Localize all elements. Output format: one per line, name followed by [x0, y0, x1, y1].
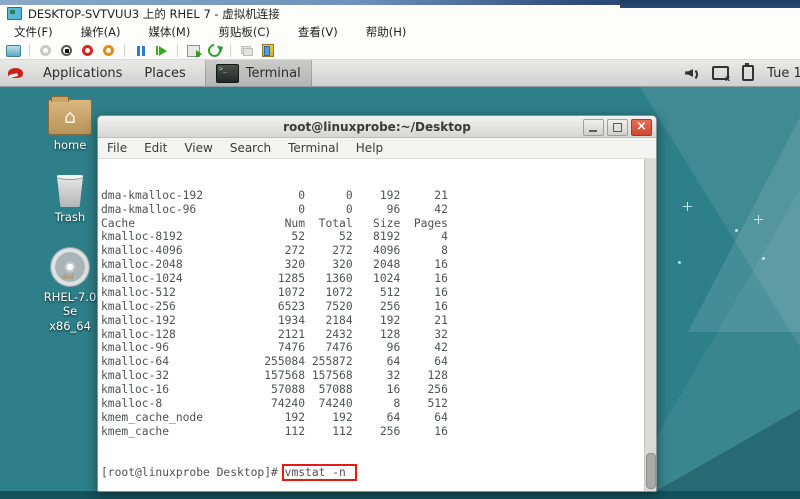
trash-icon-label: Trash	[54, 210, 86, 224]
active-app-label: Terminal	[245, 65, 301, 81]
desktop-icon-dvd[interactable]: RHEL-7.0 Se x86_64	[36, 243, 104, 333]
revert-button[interactable]	[205, 41, 224, 60]
enhanced-session-button[interactable]	[260, 44, 275, 58]
home-icon-label: home	[53, 138, 87, 152]
turn-off-icon	[82, 45, 93, 56]
vm-menu-action[interactable]: 操作(A)	[81, 24, 121, 40]
terminal-menu-edit[interactable]: Edit	[144, 141, 167, 155]
battery-icon[interactable]	[742, 63, 755, 81]
checkpoint-icon	[187, 44, 202, 58]
turn-off-button[interactable]	[80, 44, 95, 58]
wallpaper-dot	[762, 257, 765, 260]
power-icon	[40, 45, 51, 56]
vm-menu-media[interactable]: 媒体(M)	[148, 24, 190, 40]
terminal-menubar: File Edit View Search Terminal Help	[98, 138, 656, 159]
shutdown-button[interactable]	[59, 44, 74, 58]
wallpaper-plus-mark	[754, 215, 763, 224]
minimize-button[interactable]	[583, 119, 604, 136]
redhat-icon	[8, 68, 23, 78]
resume-icon	[156, 45, 167, 56]
desktop-bottom-strip	[0, 491, 800, 499]
dvd-disc-icon	[50, 247, 90, 287]
vm-menubar: 文件(F) 操作(A) 媒体(M) 剪贴板(C) 查看(V) 帮助(H)	[0, 22, 800, 42]
monitors-icon	[240, 45, 253, 56]
toolbar-separator	[29, 44, 30, 57]
power-button[interactable]	[38, 44, 53, 58]
terminal-title: root@linuxprobe:~/Desktop	[283, 119, 471, 134]
terminal-menu-search[interactable]: Search	[230, 141, 271, 155]
maximize-button[interactable]	[607, 119, 628, 136]
gnome-bar-left: Applications Places Terminal	[0, 60, 312, 86]
toolbar-separator	[177, 44, 178, 57]
wallpaper-plus-mark	[683, 202, 692, 211]
ctrl-alt-del-icon	[6, 44, 21, 57]
vm-connection-window: DESKTOP-SVTVUU3 上的 RHEL 7 - 虚拟机连接 文件(F) …	[0, 0, 800, 60]
vm-window-title: DESKTOP-SVTVUU3 上的 RHEL 7 - 虚拟机连接	[28, 6, 280, 21]
clock[interactable]: Tue 18	[767, 66, 800, 81]
vm-menu-clipboard[interactable]: 剪贴板(C)	[218, 24, 270, 40]
vm-menu-file[interactable]: 文件(F)	[14, 24, 53, 40]
terminal-menu-help[interactable]: Help	[356, 141, 383, 155]
gnome-bar-right: Tue 18	[685, 60, 800, 86]
volume-icon[interactable]	[685, 67, 699, 81]
terminal-scrollbar[interactable]	[644, 159, 656, 491]
ctrl-alt-del-button[interactable]	[6, 44, 21, 58]
terminal-menu-view[interactable]: View	[184, 141, 212, 155]
slab-cache-output: dma-kmalloc-192 0 0 192 21 dma-kmalloc-9…	[101, 188, 448, 438]
close-button[interactable]	[631, 119, 652, 136]
wallpaper-dot	[678, 261, 681, 264]
save-state-button[interactable]	[101, 44, 116, 58]
places-menu[interactable]: Places	[133, 60, 196, 86]
revert-icon	[205, 41, 224, 60]
trash-can-icon	[56, 175, 84, 207]
wallpaper-dot	[735, 229, 738, 232]
vm-menu-help[interactable]: 帮助(H)	[366, 24, 407, 40]
gnome-top-bar: Applications Places Terminal Tue 18	[0, 60, 800, 87]
terminal-menu-terminal[interactable]: Terminal	[288, 141, 339, 155]
terminal-output: dma-kmalloc-192 0 0 192 21 dma-kmalloc-9…	[101, 161, 644, 491]
pause-button[interactable]	[133, 44, 148, 58]
dvd-label-line2: x86_64	[49, 318, 91, 333]
home-folder-icon	[48, 96, 92, 135]
checkpoint-button[interactable]	[186, 44, 202, 58]
terminal-window: root@linuxprobe:~/Desktop File Edit View…	[97, 115, 657, 492]
shutdown-icon	[61, 45, 72, 56]
monitors-button[interactable]	[239, 44, 254, 58]
resume-button[interactable]	[154, 44, 169, 58]
dvd-icon-label: RHEL-7.0 Se x86_64	[36, 290, 104, 333]
scrollbar-thumb[interactable]	[646, 453, 656, 489]
enhanced-session-icon	[261, 44, 274, 57]
terminal-app-icon	[215, 63, 239, 83]
terminal-screen[interactable]: dma-kmalloc-192 0 0 192 21 dma-kmalloc-9…	[98, 159, 656, 491]
terminal-menu-file[interactable]: File	[107, 141, 127, 155]
active-app-button[interactable]: Terminal	[204, 60, 312, 86]
toolbar-separator	[124, 44, 125, 57]
dvd-label-line1: RHEL-7.0 Se	[43, 290, 97, 319]
vmstat-command: vmstat -n	[284, 466, 346, 480]
command-line: [root@linuxprobe Desktop]# vmstat -n	[101, 464, 644, 482]
desktop-icon-home[interactable]: home	[36, 93, 104, 152]
save-state-icon	[103, 45, 114, 56]
vm-toolbar	[0, 41, 800, 60]
desktop-icon-trash[interactable]: Trash	[36, 169, 104, 224]
shell-prompt: [root@linuxprobe Desktop]#	[101, 466, 285, 480]
pause-icon	[136, 45, 145, 56]
window-top-border-right	[620, 0, 800, 8]
terminal-titlebar[interactable]: root@linuxprobe:~/Desktop	[98, 116, 656, 138]
applications-menu[interactable]: Applications	[32, 60, 133, 86]
terminal-window-controls	[583, 119, 652, 136]
toolbar-separator	[230, 44, 231, 57]
display-icon[interactable]	[712, 66, 730, 83]
vm-menu-view[interactable]: 查看(V)	[298, 24, 338, 40]
vmconnect-app-icon	[7, 7, 22, 20]
